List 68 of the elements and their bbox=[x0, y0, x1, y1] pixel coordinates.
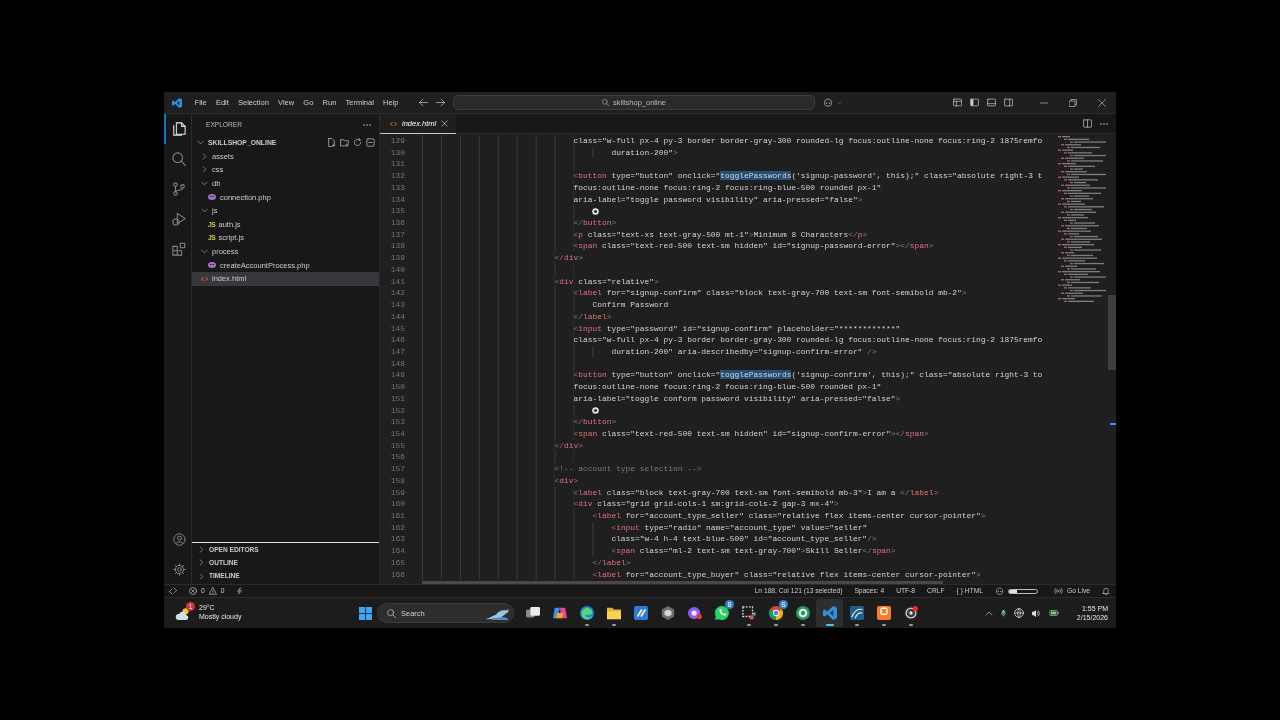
settings-icon bbox=[172, 562, 186, 576]
globe-icon[interactable] bbox=[1013, 608, 1024, 618]
code-icon bbox=[201, 275, 208, 282]
files-icon bbox=[172, 122, 186, 136]
source-control-icon bbox=[172, 182, 186, 196]
search-icon bbox=[387, 608, 396, 618]
close-icon bbox=[1097, 98, 1106, 107]
overview-marker bbox=[1110, 423, 1116, 425]
folder-icon bbox=[606, 606, 621, 620]
chevron-down-icon bbox=[201, 180, 208, 188]
broadcast-icon bbox=[1053, 587, 1063, 595]
panel-toggle-icon[interactable] bbox=[987, 98, 996, 107]
dashed-square-icon bbox=[741, 606, 756, 620]
microphone-icon[interactable] bbox=[999, 608, 1007, 618]
ring-icon bbox=[795, 606, 810, 620]
php-file-icon bbox=[208, 194, 216, 201]
ribbon-icon bbox=[552, 606, 567, 620]
robot-icon[interactable] bbox=[823, 98, 834, 107]
layout-icon[interactable] bbox=[953, 98, 962, 107]
collapse-all-icon[interactable] bbox=[366, 138, 375, 148]
run-debug-icon bbox=[172, 212, 186, 226]
chat-bubble-icon bbox=[714, 606, 729, 620]
eye-icon bbox=[592, 406, 600, 414]
account-icon bbox=[172, 532, 186, 546]
warning-icon bbox=[208, 587, 217, 595]
battery-icon[interactable] bbox=[1047, 609, 1060, 617]
sidebar-toggle-icon[interactable] bbox=[1004, 98, 1013, 107]
code-icon bbox=[390, 120, 397, 127]
bell-icon[interactable] bbox=[1102, 587, 1110, 595]
sidebar-toggle-icon[interactable] bbox=[970, 98, 979, 107]
remote-icon[interactable] bbox=[169, 587, 177, 595]
restore-icon bbox=[1068, 98, 1077, 107]
error-icon bbox=[189, 587, 197, 595]
robot-icon[interactable] bbox=[994, 587, 1004, 595]
lightning-icon[interactable] bbox=[236, 587, 244, 595]
four-squares-icon bbox=[359, 606, 372, 620]
arrow-right-icon[interactable] bbox=[436, 98, 446, 107]
arrow-left-icon[interactable] bbox=[419, 98, 429, 107]
slashes-app-icon bbox=[633, 606, 648, 620]
search-icon bbox=[172, 152, 186, 166]
eye-icon bbox=[592, 207, 600, 215]
new-file-icon[interactable] bbox=[327, 138, 336, 148]
split-editor-icon[interactable] bbox=[1083, 119, 1092, 128]
segmented-circle-icon bbox=[768, 606, 783, 620]
code-editor-icon bbox=[822, 606, 837, 620]
scrollbar-thumb[interactable] bbox=[422, 580, 943, 584]
curve-square-icon bbox=[849, 606, 864, 620]
app-logo-icon bbox=[172, 97, 182, 108]
round-app-icon bbox=[687, 606, 702, 620]
speaker-icon[interactable] bbox=[1030, 608, 1041, 618]
extensions-icon bbox=[172, 242, 186, 256]
overlapping-windows-icon bbox=[525, 606, 540, 620]
ellipsis-icon[interactable] bbox=[1100, 122, 1108, 125]
chevron-down-icon bbox=[197, 139, 204, 147]
chevron-down-icon bbox=[201, 248, 208, 256]
php-file-icon bbox=[208, 262, 216, 269]
chevron-up-icon[interactable] bbox=[984, 610, 993, 616]
close-icon[interactable] bbox=[441, 120, 449, 127]
scrollbar-thumb[interactable] bbox=[1108, 295, 1116, 370]
chevron-down-icon bbox=[201, 207, 208, 215]
clover-icon bbox=[876, 606, 891, 620]
search-icon bbox=[602, 99, 610, 106]
cloud-sun-icon[interactable] bbox=[174, 606, 191, 620]
refresh-icon[interactable] bbox=[353, 138, 362, 148]
swirl-browser-icon bbox=[579, 606, 594, 620]
ring-app-icon bbox=[903, 606, 918, 620]
hexagon-icon bbox=[660, 606, 675, 620]
new-folder-icon[interactable] bbox=[340, 138, 349, 148]
